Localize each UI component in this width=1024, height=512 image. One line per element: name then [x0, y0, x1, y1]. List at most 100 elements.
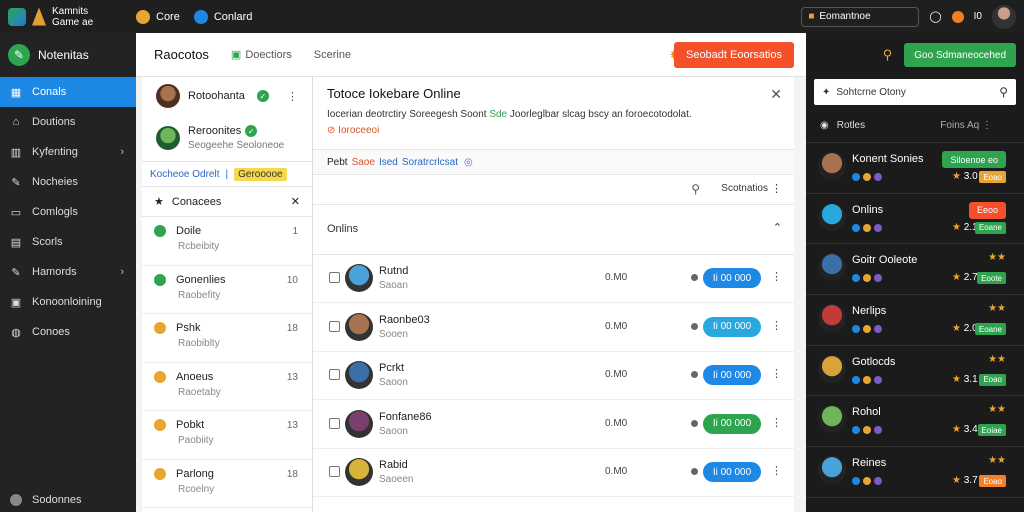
row-action-button[interactable]: Ii 00 000 — [703, 316, 761, 337]
players-search[interactable]: ✦ Sohtcrne Otony ⚲ — [814, 79, 1016, 105]
list-item[interactable]: Anoeus Raoetaby 13 — [142, 363, 312, 411]
more-icon[interactable]: ⋮ — [771, 464, 782, 477]
target-icon: ◉ — [820, 120, 829, 131]
filter-row[interactable]: Pebt Saoe Ised Soratrcrlcsat ◎ — [313, 149, 794, 175]
coin-icon — [136, 9, 150, 24]
verified-icon: ✓ — [245, 125, 258, 138]
row-time: 0.M0 — [605, 272, 628, 283]
star-icon: ★ — [952, 475, 961, 487]
sidebar-item[interactable]: ▦ Conals — [0, 77, 136, 107]
list-item[interactable]: Gotlocds ★★ ★ 3.1 Eoao — [806, 346, 1024, 397]
friend-card[interactable]: Reroonites ✓ Seogeehe Seoloneoe — [142, 115, 312, 161]
players-action-button[interactable]: Goo Sdmaneocehed — [904, 43, 1016, 67]
row-action-button[interactable]: Ii 00 000 — [703, 365, 761, 385]
stat-icon — [863, 375, 871, 384]
detail-description: Iocerian deotrctiry Soreegesh Soont Sde … — [327, 109, 787, 120]
status-row[interactable]: Kocheoe Odrelt | Gerooooe — [142, 161, 312, 187]
topbar-item-core[interactable]: Core — [136, 9, 180, 24]
more-icon[interactable]: ⋮ — [771, 270, 782, 283]
player-score: ★ 3.7 — [952, 475, 978, 486]
player-name: Konent Sonies — [852, 153, 924, 165]
row-checkbox[interactable] — [329, 466, 340, 477]
row-checkbox[interactable] — [329, 272, 340, 283]
list-item[interactable]: Nerlips ★★ ★ 2.0 Eoane — [806, 295, 1024, 346]
more-icon[interactable]: ⋮ — [771, 319, 782, 332]
stat-icon — [874, 274, 882, 283]
search-icon[interactable]: ⚲ — [999, 85, 1008, 99]
close-icon[interactable]: ✕ — [770, 86, 782, 103]
more-icon[interactable]: ⋮ — [287, 90, 298, 103]
sidebar-item[interactable]: ▭ Comlogls — [0, 197, 136, 227]
list-item[interactable]: Doile Rcbeibity 1 — [142, 217, 312, 266]
table-row[interactable]: Raonbe03 Sooen 0.M0 Ii 00 000 ⋮ — [313, 304, 794, 352]
sidebar-item[interactable]: ✎ Hamords › — [0, 257, 136, 287]
pin-icon[interactable]: ⚲ — [883, 47, 893, 63]
tab-scerine[interactable]: Scerine — [314, 49, 351, 61]
sidebar-item[interactable]: ◍ Conoes — [0, 317, 136, 347]
sidebar-item[interactable]: ▣ Konoonloining — [0, 287, 136, 317]
row-action-button[interactable]: Ii 00 000 — [703, 268, 761, 288]
group-header-online[interactable]: Onlins ⌃ — [313, 205, 794, 255]
contact-sub: Paobiity — [178, 435, 214, 446]
player-badge[interactable]: Siloenoe eo — [942, 151, 1006, 168]
notification-icon[interactable] — [951, 10, 964, 23]
list-item[interactable]: Parlong Rcoelny 18 — [142, 460, 312, 508]
table-row[interactable]: Pcrkt Saoon 0.M0 Ii 00 000 ⋮ — [313, 352, 794, 400]
contact-name: Pshk — [176, 322, 201, 334]
list-item[interactable]: Onlins Eeoo ★ 2.1 Eoane — [806, 194, 1024, 245]
players-sort[interactable]: ◉ Rotles Foins Aq ⋮ — [806, 109, 1024, 143]
star-icon: ★ — [952, 424, 961, 436]
nav-header[interactable]: ✎ Notenitas — [0, 33, 136, 77]
list-item[interactable]: Gonenlies Raobefity 10 — [142, 266, 312, 314]
sidebar-item[interactable]: ▥ Kyfenting › — [0, 137, 136, 167]
row-time: 0.M0 — [605, 369, 628, 380]
tab-doectiors[interactable]: ▣ Doectiors — [231, 48, 292, 62]
row-sub: Sooen — [379, 328, 408, 340]
list-item[interactable]: Reines ★★ ★ 3.7 Eoao — [806, 447, 1024, 498]
list-item[interactable]: Rohol ★★ ★ 3.4 Eoiae — [806, 396, 1024, 448]
sidebar-item[interactable]: ▤ Scorls — [0, 227, 136, 257]
list-item[interactable]: Goitr Ooleote ★★ ★ 2.7 Eoote — [806, 244, 1024, 296]
stat-icon — [874, 477, 882, 486]
nav-footer[interactable]: Sodonnes — [10, 494, 82, 506]
topbar-item-conlard[interactable]: Conlard — [193, 9, 252, 24]
monitor-icon: ▭ — [10, 206, 22, 219]
user-avatar[interactable] — [992, 4, 1016, 29]
star-icon: ★★ — [988, 252, 1006, 264]
topbar-search[interactable]: ■ Eomantnoe — [801, 6, 920, 27]
info-icon[interactable]: ◎ — [464, 157, 473, 168]
more-icon[interactable]: ⋮ — [771, 367, 782, 380]
star-icon: ★ — [154, 196, 164, 208]
primary-action-button[interactable]: Seobadt Eoorsatios — [673, 42, 794, 68]
table-row[interactable]: Rabid Saoeen 0.M0 Ii 00 000 ⋮ — [313, 449, 794, 497]
nav-footer-label: Sodonnes — [32, 494, 82, 506]
power-icon[interactable]: ◯ — [929, 10, 941, 23]
chevron-up-icon[interactable]: ⌃ — [773, 221, 782, 234]
row-action-button[interactable]: Ii 00 000 — [703, 413, 761, 434]
row-checkbox[interactable] — [329, 417, 340, 429]
status-dot-icon — [691, 468, 698, 475]
list-item[interactable]: Konent Sonies Siloenoe eo ★ 3.0 Eoao — [806, 143, 1024, 194]
players-sort-right[interactable]: Foins Aq ⋮ — [940, 120, 992, 131]
more-icon[interactable]: ⋮ — [771, 182, 782, 195]
contact-sub: Raobefity — [178, 289, 221, 301]
sidebar-item[interactable]: ✎ Nocheies — [0, 167, 136, 197]
detail-column: Totoce Iokebare Online ✕ Iocerian deotrc… — [313, 77, 794, 512]
row-checkbox[interactable] — [329, 369, 340, 380]
more-icon[interactable]: ⋮ — [771, 416, 782, 429]
stat-icon — [852, 477, 860, 486]
list-item[interactable]: Pshk Raobiblty 18 — [142, 314, 312, 363]
table-row[interactable]: Rutnd Saoan 0.M0 Ii 00 000 ⋮ — [313, 255, 794, 303]
row-checkbox[interactable] — [329, 320, 340, 332]
search-icon[interactable]: ⚲ — [691, 182, 700, 196]
app-logo[interactable]: Kamnits Game ae — [0, 6, 136, 28]
status-separator: | — [225, 168, 229, 180]
friend-card[interactable]: Rotoohanta ✓ ⋮ — [142, 77, 312, 115]
list-item[interactable]: Pobkt Paobiity 13 — [142, 411, 312, 460]
sidebar-item[interactable]: ⌂ Doutions — [0, 107, 136, 137]
row-action-button[interactable]: Ii 00 000 — [703, 462, 761, 482]
table-row[interactable]: Fonfane86 Saoon 0.M0 Ii 00 000 ⋮ — [313, 401, 794, 449]
player-badge[interactable]: Eeoo — [968, 201, 1006, 219]
sort-label[interactable]: Scotnatios — [721, 183, 768, 194]
close-icon[interactable]: ✕ — [291, 195, 300, 208]
